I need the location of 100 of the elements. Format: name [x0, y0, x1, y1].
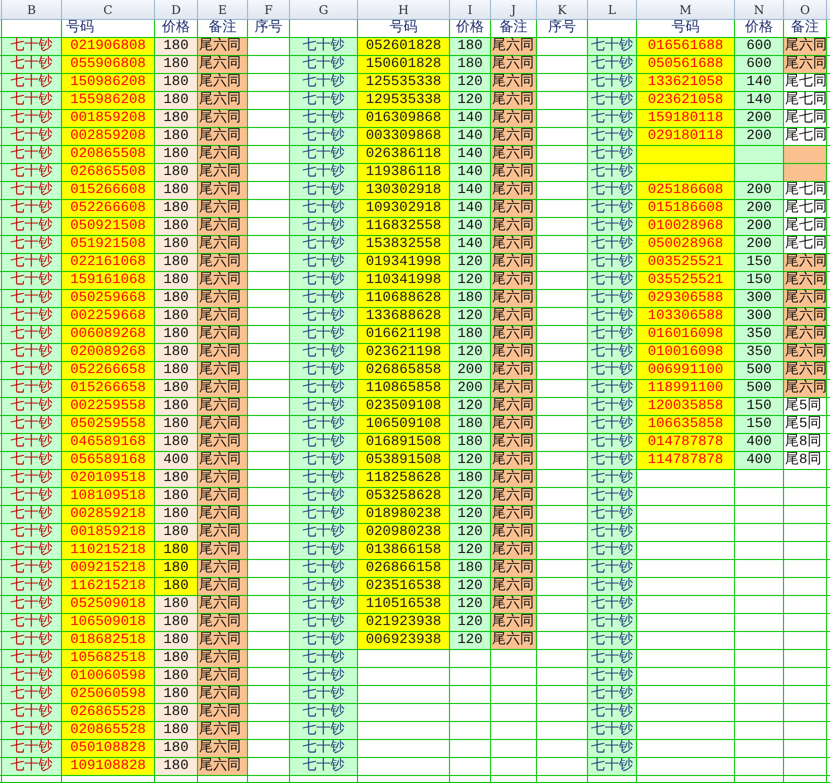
- column-letter[interactable]: O: [784, 0, 826, 19]
- table-cell: 尾六同: [491, 560, 536, 577]
- table-cell: 七十钞: [2, 614, 61, 631]
- table-cell: 159180118: [637, 110, 734, 127]
- table-cell: 020109518: [62, 470, 154, 487]
- table-cell: 尾六同: [784, 272, 826, 289]
- table-cell: 029180118: [637, 128, 734, 145]
- table-cell: 180: [450, 326, 490, 343]
- table-cell: 016016098: [637, 326, 734, 343]
- table-cell: 七十钞: [2, 668, 61, 685]
- table-cell: 尾六同: [198, 38, 247, 55]
- table-cell: 七十钞: [290, 398, 357, 415]
- table-cell: 七十钞: [290, 758, 357, 775]
- table-cell: 尾六同: [491, 488, 536, 505]
- table-cell: 尾六同: [491, 308, 536, 325]
- table-cell: 140: [450, 236, 490, 253]
- table-cell: 七十钞: [290, 542, 357, 559]
- table-cell: 尾六同: [491, 542, 536, 559]
- table-cell: 尾六同: [198, 290, 247, 307]
- table-cell: 七十钞: [2, 596, 61, 613]
- table-cell: 180: [155, 110, 197, 127]
- table-cell: 140: [450, 182, 490, 199]
- table-cell: 114787878: [637, 452, 734, 469]
- table-cell: 尾六同: [198, 758, 247, 775]
- column-letter[interactable]: H: [358, 0, 449, 19]
- table-cell: 七十钞: [290, 650, 357, 667]
- column-letter[interactable]: F: [248, 0, 289, 19]
- table-cell: 七十钞: [2, 686, 61, 703]
- table-cell: 七十钞: [2, 218, 61, 235]
- table-cell: 120: [450, 596, 490, 613]
- table-cell: 110516538: [358, 596, 449, 613]
- table-cell: 400: [735, 434, 783, 451]
- column-letter[interactable]: I: [450, 0, 490, 19]
- table-cell: 七十钞: [588, 290, 636, 307]
- table-cell: 180: [450, 38, 490, 55]
- column-letter[interactable]: C: [62, 0, 154, 19]
- column-letter[interactable]: M: [637, 0, 734, 19]
- table-cell: 尾六同: [198, 182, 247, 199]
- column-header: 序号: [248, 20, 289, 37]
- table-cell: 尾六同: [491, 164, 536, 181]
- table-cell: 七十钞: [2, 182, 61, 199]
- table-cell: 七十钞: [290, 128, 357, 145]
- table-cell: 尾六同: [491, 56, 536, 73]
- column-letter[interactable]: B: [2, 0, 61, 19]
- table-cell: 七十钞: [290, 326, 357, 343]
- table-cell: 七十钞: [588, 398, 636, 415]
- table-cell: 尾六同: [198, 146, 247, 163]
- table-cell: 尾六同: [784, 326, 826, 343]
- table-cell: 七十钞: [588, 740, 636, 757]
- table-cell: 尾六同: [491, 362, 536, 379]
- column-letter[interactable]: J: [491, 0, 536, 19]
- table-cell: 125535338: [358, 74, 449, 91]
- table-cell: 018980238: [358, 506, 449, 523]
- table-cell: 七十钞: [588, 596, 636, 613]
- table-cell: 025060598: [62, 686, 154, 703]
- table-cell: 尾七同: [784, 128, 826, 145]
- table-cell: 180: [155, 632, 197, 649]
- table-cell: 050259668: [62, 290, 154, 307]
- table-cell: 七十钞: [588, 110, 636, 127]
- table-cell: 七十钞: [290, 74, 357, 91]
- column-header: 号码: [358, 20, 449, 37]
- table-cell: 七十钞: [2, 146, 61, 163]
- table-cell: 七十钞: [290, 200, 357, 217]
- table-cell: 尾六同: [198, 344, 247, 361]
- table-cell: 050259558: [62, 416, 154, 433]
- table-cell: 120: [450, 578, 490, 595]
- table-cell: 七十钞: [290, 236, 357, 253]
- table-cell: 七十钞: [2, 650, 61, 667]
- table-cell: 七十钞: [290, 164, 357, 181]
- table-cell: 尾六同: [198, 380, 247, 397]
- table-cell: 七十钞: [588, 668, 636, 685]
- table-cell: 110688628: [358, 290, 449, 307]
- table-cell: 006089268: [62, 326, 154, 343]
- column-letter[interactable]: G: [290, 0, 357, 19]
- column-letter[interactable]: D: [155, 0, 197, 19]
- table-cell: 尾六同: [784, 362, 826, 379]
- table-cell: 023516538: [358, 578, 449, 595]
- table-cell: 七十钞: [588, 524, 636, 541]
- table-cell: 003525521: [637, 254, 734, 271]
- table-cell: 尾六同: [198, 452, 247, 469]
- table-cell: 350: [735, 344, 783, 361]
- table-cell: 七十钞: [2, 128, 61, 145]
- table-cell: 180: [155, 56, 197, 73]
- column-header: 备注: [491, 20, 536, 37]
- table-cell: 140: [735, 74, 783, 91]
- table-cell: 七十钞: [588, 758, 636, 775]
- column-letter[interactable]: N: [735, 0, 783, 19]
- table-cell: 020865528: [62, 722, 154, 739]
- column-header: 号码: [637, 20, 734, 37]
- table-cell: 七十钞: [290, 668, 357, 685]
- column-header: 备注: [198, 20, 247, 37]
- table-cell: 106635858: [637, 416, 734, 433]
- table-cell: 159161068: [62, 272, 154, 289]
- column-letter[interactable]: E: [198, 0, 247, 19]
- table-cell: 七十钞: [588, 722, 636, 739]
- table-cell: 016309868: [358, 110, 449, 127]
- table-cell: 七十钞: [2, 236, 61, 253]
- column-letter[interactable]: K: [537, 0, 587, 19]
- column-letter[interactable]: L: [588, 0, 636, 19]
- table-cell: 七十钞: [2, 758, 61, 775]
